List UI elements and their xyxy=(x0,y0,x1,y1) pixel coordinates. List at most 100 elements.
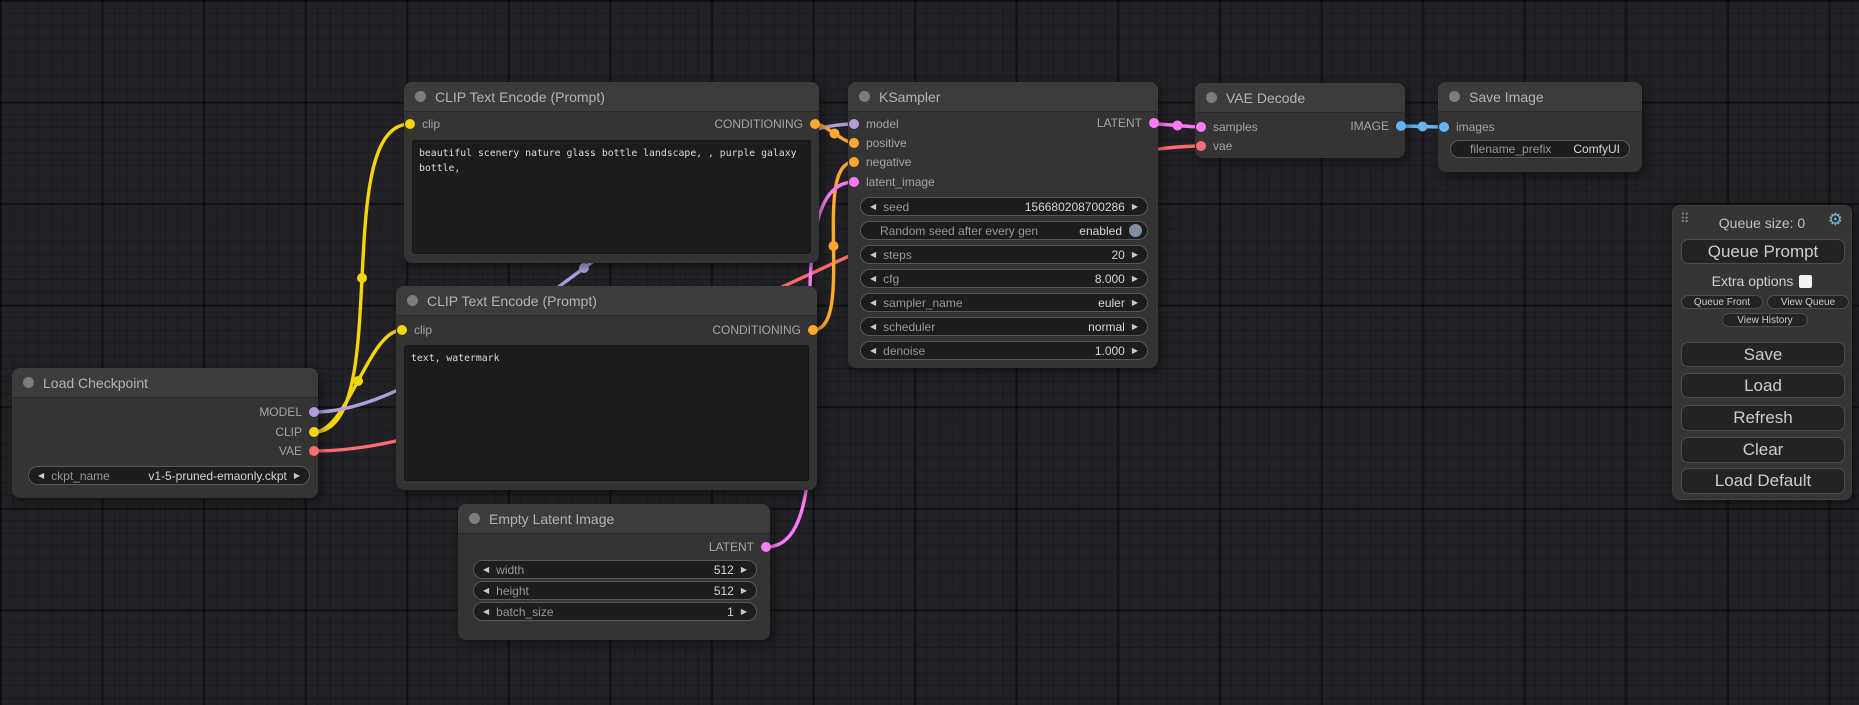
image-output-dot[interactable] xyxy=(1396,121,1406,131)
increment-arrow-icon[interactable]: ▶ xyxy=(294,471,300,480)
refresh-button[interactable]: Refresh xyxy=(1681,405,1845,431)
output-conditioning: CONDITIONING xyxy=(714,117,820,131)
node-save-image[interactable]: Save Image images filename_prefix ComfyU… xyxy=(1438,82,1642,172)
decrement-arrow-icon[interactable]: ◀ xyxy=(483,565,489,574)
node-collapse-dot[interactable] xyxy=(23,377,34,388)
queue-prompt-button[interactable]: Queue Prompt xyxy=(1681,239,1845,264)
clear-button[interactable]: Clear xyxy=(1681,437,1845,463)
node-clip-text-encode-positive[interactable]: CLIP Text Encode (Prompt) clip CONDITION… xyxy=(404,82,819,263)
decrement-arrow-icon[interactable]: ◀ xyxy=(870,298,876,307)
node-title-bar: VAE Decode xyxy=(1195,83,1405,113)
view-history-button[interactable]: View History xyxy=(1722,313,1808,327)
node-load-checkpoint[interactable]: Load Checkpoint MODEL CLIP VAE ◀ ckpt_na… xyxy=(12,368,318,498)
widget-random-seed[interactable]: Random seed after every gen enabled xyxy=(860,221,1148,240)
node-collapse-dot[interactable] xyxy=(1449,91,1460,102)
extra-options-checkbox[interactable] xyxy=(1799,275,1812,288)
positive-input-dot[interactable] xyxy=(849,138,859,148)
output-latent: LATENT xyxy=(1097,116,1159,130)
model-output-dot[interactable] xyxy=(309,407,319,417)
node-title: VAE Decode xyxy=(1226,90,1305,106)
node-title-bar: Save Image xyxy=(1438,82,1642,112)
output-conditioning: CONDITIONING xyxy=(712,323,818,337)
decrement-arrow-icon[interactable]: ◀ xyxy=(870,346,876,355)
widget-height[interactable]: ◀ height 512 ▶ xyxy=(473,581,757,600)
input-negative: negative xyxy=(849,155,911,169)
output-model: MODEL xyxy=(259,405,319,419)
widget-width[interactable]: ◀ width 512 ▶ xyxy=(473,560,757,579)
menu-panel: ⠿ Queue size: 0 ⚙ Queue Prompt Extra opt… xyxy=(1672,205,1852,500)
widget-filename-prefix[interactable]: filename_prefix ComfyUI xyxy=(1450,140,1630,158)
images-input-dot[interactable] xyxy=(1439,122,1449,132)
view-queue-button[interactable]: View Queue xyxy=(1767,295,1849,309)
decrement-arrow-icon[interactable]: ◀ xyxy=(483,586,489,595)
latent-input-dot[interactable] xyxy=(849,177,859,187)
save-button[interactable]: Save xyxy=(1681,342,1845,367)
node-vae-decode[interactable]: VAE Decode samples vae IMAGE xyxy=(1195,83,1405,158)
widget-sampler-name[interactable]: ◀ sampler_name euler ▶ xyxy=(860,293,1148,312)
decrement-arrow-icon[interactable]: ◀ xyxy=(483,607,489,616)
node-title-bar: Empty Latent Image xyxy=(458,504,770,534)
widget-steps[interactable]: ◀ steps 20 ▶ xyxy=(860,245,1148,264)
settings-gear-icon[interactable]: ⚙ xyxy=(1828,210,1843,230)
increment-arrow-icon[interactable]: ▶ xyxy=(741,586,747,595)
increment-arrow-icon[interactable]: ▶ xyxy=(1132,298,1138,307)
link-midpoint-dot xyxy=(579,263,589,273)
clip-output-dot[interactable] xyxy=(309,427,319,437)
increment-arrow-icon[interactable]: ▶ xyxy=(1132,202,1138,211)
link-midpoint-dot xyxy=(1173,121,1183,131)
link-midpoint-dot xyxy=(357,273,367,283)
increment-arrow-icon[interactable]: ▶ xyxy=(741,565,747,574)
increment-arrow-icon[interactable]: ▶ xyxy=(1132,250,1138,259)
queue-front-button[interactable]: Queue Front xyxy=(1681,295,1763,309)
output-vae: VAE xyxy=(279,444,319,458)
link-midpoint-dot xyxy=(830,129,840,139)
queue-size-label: Queue size: 0 xyxy=(1673,215,1851,231)
vae-input-dot[interactable] xyxy=(1196,141,1206,151)
decrement-arrow-icon[interactable]: ◀ xyxy=(870,322,876,331)
toggle-circle-icon[interactable] xyxy=(1129,224,1142,237)
clip-input-dot[interactable] xyxy=(397,325,407,335)
increment-arrow-icon[interactable]: ▶ xyxy=(1132,274,1138,283)
decrement-arrow-icon[interactable]: ◀ xyxy=(38,471,44,480)
node-collapse-dot[interactable] xyxy=(415,91,426,102)
node-title: CLIP Text Encode (Prompt) xyxy=(427,293,597,309)
conditioning-output-dot[interactable] xyxy=(810,119,820,129)
latent-output-dot[interactable] xyxy=(761,542,771,552)
prompt-textarea[interactable]: beautiful scenery nature glass bottle la… xyxy=(412,140,811,254)
comfyui-canvas[interactable]: { "colors": { "model": "#B39DDB", "clip"… xyxy=(0,0,1859,705)
decrement-arrow-icon[interactable]: ◀ xyxy=(870,250,876,259)
widget-ckpt-name[interactable]: ◀ ckpt_name v1-5-pruned-emaonly.ckpt ▶ xyxy=(28,466,310,485)
increment-arrow-icon[interactable]: ▶ xyxy=(1132,346,1138,355)
node-collapse-dot[interactable] xyxy=(859,91,870,102)
decrement-arrow-icon[interactable]: ◀ xyxy=(870,274,876,283)
samples-input-dot[interactable] xyxy=(1196,122,1206,132)
negative-input-dot[interactable] xyxy=(849,157,859,167)
load-button[interactable]: Load xyxy=(1681,373,1845,398)
vae-output-dot[interactable] xyxy=(309,446,319,456)
widget-scheduler[interactable]: ◀ scheduler normal ▶ xyxy=(860,317,1148,336)
increment-arrow-icon[interactable]: ▶ xyxy=(1132,322,1138,331)
conditioning-output-dot[interactable] xyxy=(808,325,818,335)
model-input-dot[interactable] xyxy=(849,119,859,129)
node-clip-text-encode-negative[interactable]: CLIP Text Encode (Prompt) clip CONDITION… xyxy=(396,286,817,490)
widget-cfg[interactable]: ◀ cfg 8.000 ▶ xyxy=(860,269,1148,288)
input-clip: clip xyxy=(405,117,440,131)
latent-output-dot[interactable] xyxy=(1149,118,1159,128)
clip-input-dot[interactable] xyxy=(405,119,415,129)
widget-batch-size[interactable]: ◀ batch_size 1 ▶ xyxy=(473,602,757,621)
node-title: Load Checkpoint xyxy=(43,375,148,391)
link-midpoint-dot xyxy=(829,241,839,251)
load-default-button[interactable]: Load Default xyxy=(1681,468,1845,494)
decrement-arrow-icon[interactable]: ◀ xyxy=(870,202,876,211)
node-collapse-dot[interactable] xyxy=(1206,92,1217,103)
node-empty-latent-image[interactable]: Empty Latent Image LATENT ◀ width 512 ▶ … xyxy=(458,504,770,640)
input-vae: vae xyxy=(1196,139,1232,153)
node-ksampler[interactable]: KSampler model positive negative latent_… xyxy=(848,82,1158,368)
node-collapse-dot[interactable] xyxy=(469,513,480,524)
widget-denoise[interactable]: ◀ denoise 1.000 ▶ xyxy=(860,341,1148,360)
input-clip: clip xyxy=(397,323,432,337)
node-collapse-dot[interactable] xyxy=(407,295,418,306)
prompt-textarea[interactable]: text, watermark xyxy=(404,345,809,481)
increment-arrow-icon[interactable]: ▶ xyxy=(741,607,747,616)
widget-seed[interactable]: ◀ seed 156680208700286 ▶ xyxy=(860,197,1148,216)
